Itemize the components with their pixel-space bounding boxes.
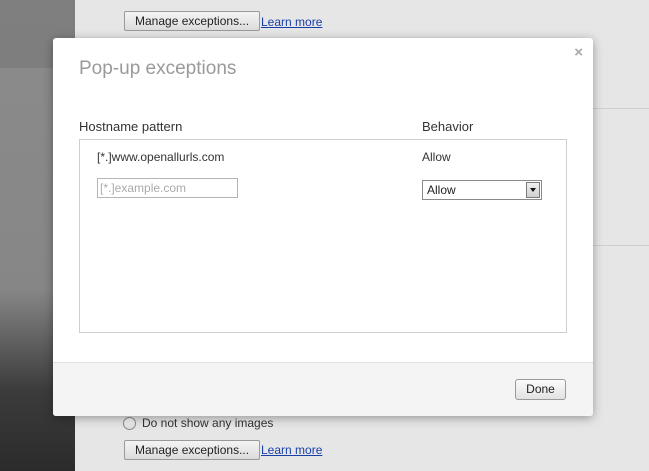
exceptions-list: [*.]www.openallurls.com Allow Allow (79, 139, 567, 333)
background-divider (593, 108, 649, 109)
exception-hostname: [*.]www.openallurls.com (97, 150, 225, 164)
done-button[interactable]: Done (515, 379, 566, 400)
background-radio-label: Do not show any images (142, 416, 274, 430)
background-learn-more-link[interactable]: Learn more (261, 443, 322, 457)
background-manage-exceptions-button[interactable]: Manage exceptions... (124, 11, 261, 31)
background-learn-more-link[interactable]: Learn more (261, 15, 322, 29)
close-icon[interactable]: × (574, 44, 583, 61)
dropdown-arrow-icon[interactable] (526, 182, 540, 198)
behavior-select-value: Allow (427, 183, 456, 197)
background-divider (593, 245, 649, 246)
dialog-footer: Done (53, 362, 593, 416)
background-manage-exceptions-button[interactable]: Manage exceptions... (124, 440, 261, 460)
column-header-behavior: Behavior (422, 119, 474, 134)
hostname-pattern-input[interactable] (97, 178, 238, 198)
exception-behavior: Allow (422, 150, 451, 164)
behavior-select[interactable]: Allow (422, 180, 542, 200)
column-header-hostname: Hostname pattern (79, 119, 183, 134)
dialog-title: Pop-up exceptions (79, 58, 237, 79)
background-radio-button[interactable] (123, 417, 136, 430)
popup-exceptions-dialog: Pop-up exceptions × Hostname pattern Beh… (53, 38, 593, 416)
